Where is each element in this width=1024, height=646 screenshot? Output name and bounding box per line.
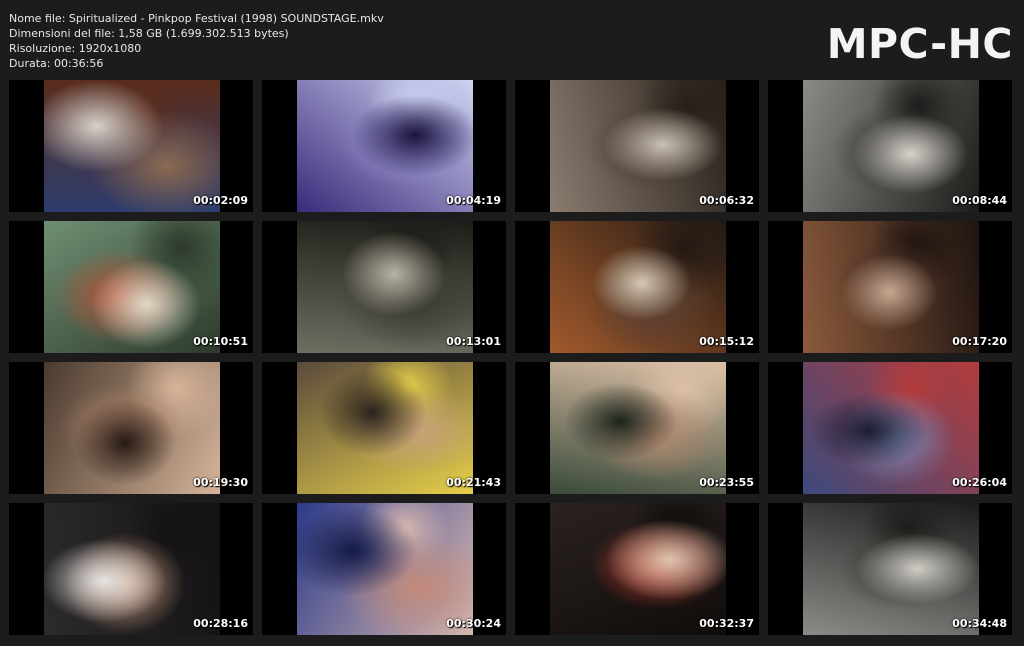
timestamp-label: 00:06:32 [699,194,754,207]
video-frame [297,221,473,353]
thumbnail-drums-blue: 00:26:04 [768,362,1012,494]
thumbnails-sheet: Nome file: Spiritualized - Pinkpop Festi… [0,0,1024,646]
timestamp-label: 00:23:55 [699,476,754,489]
timestamp-label: 00:04:19 [446,194,501,207]
video-frame [550,221,726,353]
video-frame [44,362,220,494]
timestamp-label: 00:28:16 [193,617,248,630]
thumbnail-keyboard-player: 00:04:19 [262,80,506,212]
timestamp-label: 00:19:30 [193,476,248,489]
thumbnail-band-stage: 00:15:12 [515,221,759,353]
frame-image [44,80,220,212]
video-frame [297,362,473,494]
timestamp-label: 00:02:09 [193,194,248,207]
frame-image [44,503,220,635]
timestamp-label: 00:17:20 [952,335,1007,348]
timestamp-label: 00:13:01 [446,335,501,348]
frame-image [297,80,473,212]
video-frame [803,503,979,635]
frame-image [297,221,473,353]
frame-image [44,362,220,494]
video-frame [297,503,473,635]
duration-text: Durata: 00:36:56 [9,57,104,70]
frame-image [803,362,979,494]
frame-image [44,221,220,353]
frame-image [550,362,726,494]
timestamp-label: 00:34:48 [952,617,1007,630]
video-frame [44,221,220,353]
video-frame [44,80,220,212]
video-frame [550,362,726,494]
frame-image [803,221,979,353]
video-frame [550,503,726,635]
thumbnail-wide-stage: 00:06:32 [515,80,759,212]
mpc-hc-logo: MPC-HC [826,20,1013,68]
thumbnail-singer-mic-green: 00:23:55 [515,362,759,494]
thumbnail-drummer-wide: 00:34:48 [768,503,1012,635]
frame-image [297,503,473,635]
thumbnail-guitarist-stage: 00:02:09 [9,80,253,212]
timestamp-label: 00:10:51 [193,335,248,348]
file-name-text: Nome file: Spiritualized - Pinkpop Festi… [9,12,384,25]
frame-image [550,503,726,635]
thumbnail-red-guitar-closeup: 00:32:37 [515,503,759,635]
resolution-text: Risoluzione: 1920x1080 [9,42,142,55]
timestamp-label: 00:08:44 [952,194,1007,207]
frame-image [550,80,726,212]
video-frame [803,80,979,212]
timestamp-label: 00:30:24 [446,617,501,630]
thumbnail-singer-blue-light: 00:30:24 [262,503,506,635]
thumbnail-drummer: 00:08:44 [768,80,1012,212]
file-size-text: Dimensioni del file: 1,58 GB (1.699.302.… [9,27,289,40]
frame-image [803,503,979,635]
video-frame [803,362,979,494]
thumbnail-singer-mic-closeup: 00:19:30 [9,362,253,494]
frame-image [550,221,726,353]
thumbnail-keyboard-hands: 00:28:16 [9,503,253,635]
video-frame [803,221,979,353]
thumbnail-singer-guitar: 00:17:20 [768,221,1012,353]
thumbnail-guitar-closeup: 00:10:51 [9,221,253,353]
thumbnail-crowd: 00:21:43 [262,362,506,494]
timestamp-label: 00:15:12 [699,335,754,348]
video-frame [550,80,726,212]
thumbnail-wide-stage-smoke: 00:13:01 [262,221,506,353]
video-frame [297,80,473,212]
timestamp-label: 00:26:04 [952,476,1007,489]
frame-image [803,80,979,212]
thumbnail-grid: 00:02:09 00:04:19 00:06:32 00:08:44 00:10:51… [9,80,1016,635]
timestamp-label: 00:32:37 [699,617,754,630]
file-info: Nome file: Spiritualized - Pinkpop Festi… [9,11,384,71]
timestamp-label: 00:21:43 [446,476,501,489]
video-frame [44,503,220,635]
frame-image [297,362,473,494]
